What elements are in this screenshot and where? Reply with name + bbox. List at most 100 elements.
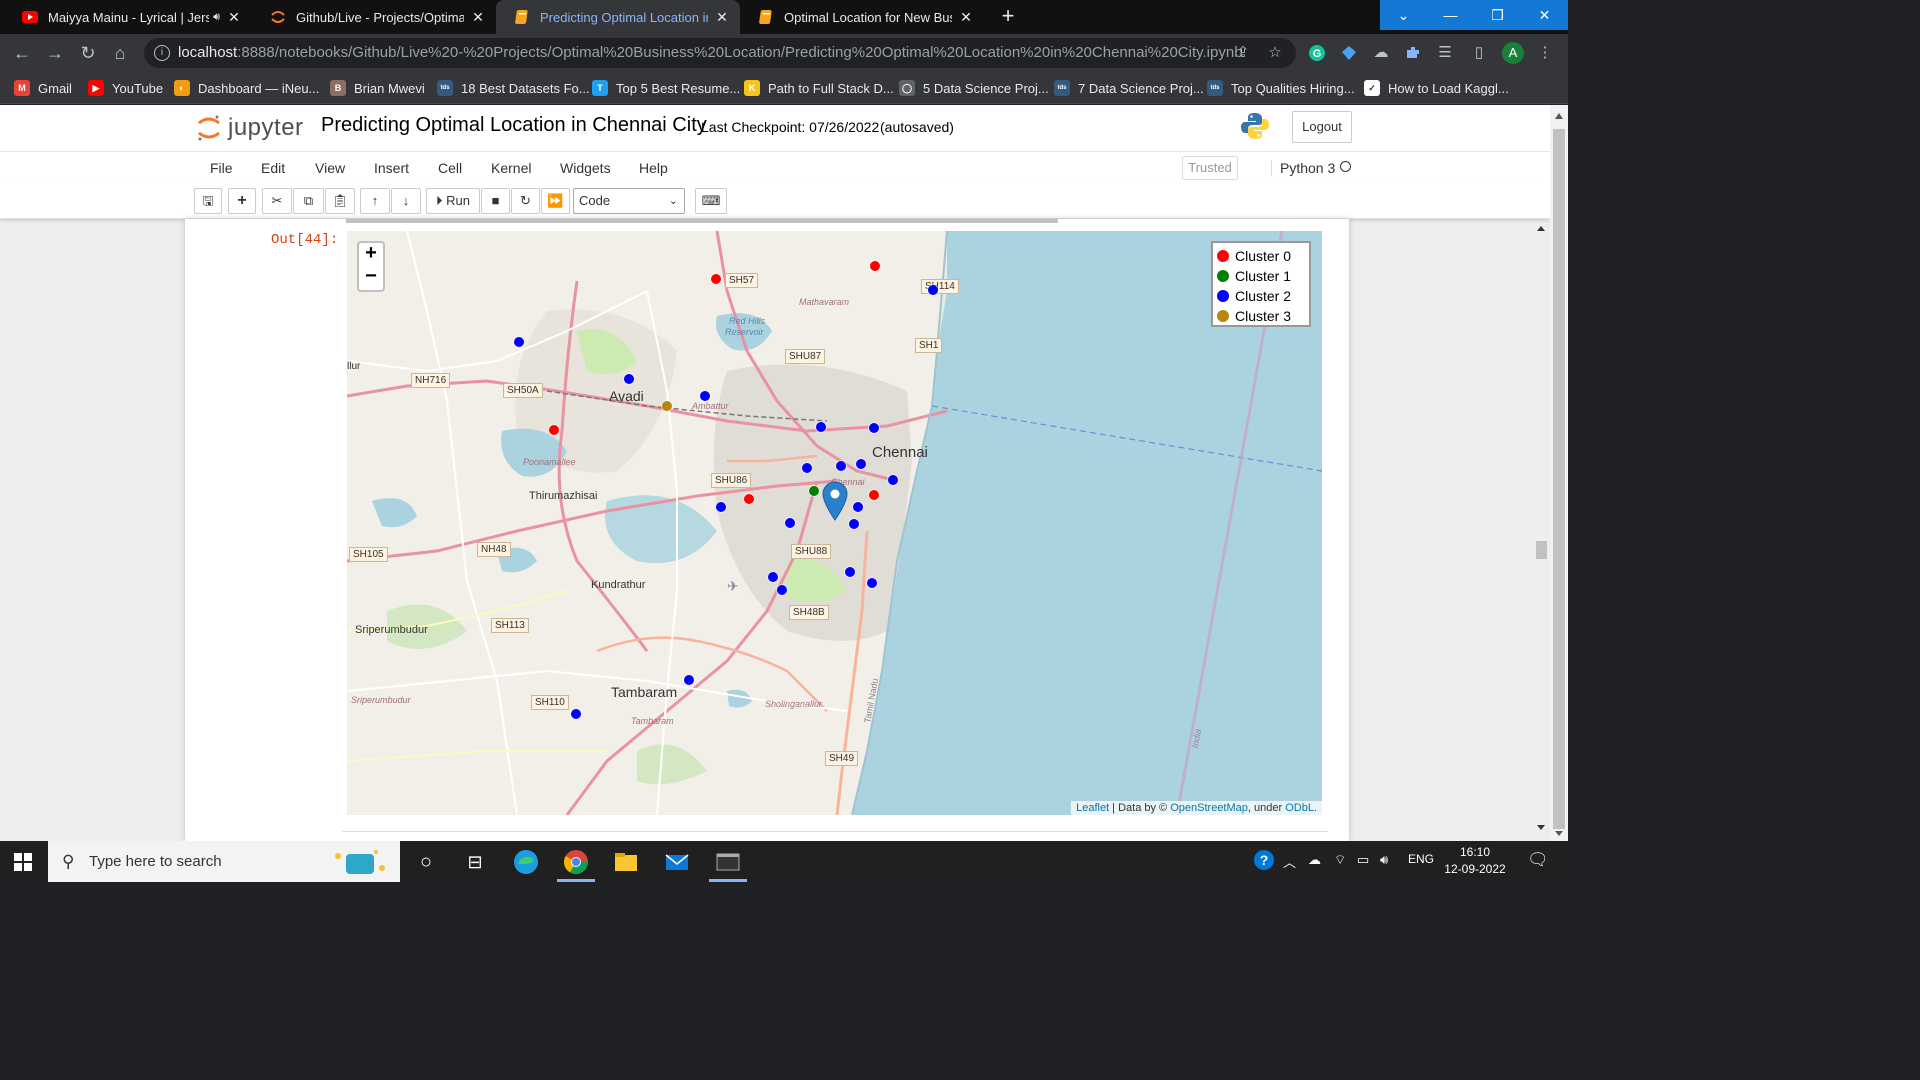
kernel-name[interactable]: Python 3	[1271, 160, 1335, 176]
cluster-0-marker[interactable]	[711, 274, 721, 284]
bookmark-item[interactable]: tds Top Qualities Hiring...	[1207, 78, 1355, 98]
save-icon[interactable]: 🖫︎	[194, 188, 222, 214]
menu-file[interactable]: File	[210, 160, 233, 176]
reload-icon[interactable]: ↻	[77, 42, 99, 64]
back-icon[interactable]: ←	[11, 42, 33, 64]
copy-icon[interactable]: ⧉	[293, 188, 324, 214]
cluster-2-marker[interactable]	[845, 567, 855, 577]
chrome-menu-icon[interactable]: ⋮	[1536, 44, 1554, 62]
keyboard-icon[interactable]: ⌨	[695, 188, 727, 214]
jupyter-logo[interactable]: jupyter	[196, 111, 304, 145]
forward-icon[interactable]: →	[44, 42, 66, 64]
battery-icon[interactable]: ▭	[1357, 852, 1369, 868]
browser-tab-youtube[interactable]: Maiyya Mainu - Lyrical | Jerse 🔊︎ ✕	[4, 0, 252, 34]
horizontal-scrollbar[interactable]	[346, 219, 1058, 223]
extension-cloud-icon[interactable]: ☁	[1372, 44, 1390, 62]
chrome-icon[interactable]	[562, 848, 590, 876]
insert-cell-icon[interactable]: +	[228, 188, 256, 214]
location-pin-icon[interactable]	[822, 481, 848, 521]
move-up-icon[interactable]: ↑	[360, 188, 390, 214]
cluster-2-marker[interactable]	[716, 502, 726, 512]
address-bar[interactable]: i localhost:8888/notebooks/Github/Live%2…	[144, 38, 1296, 68]
cortana-icon[interactable]: ○	[412, 848, 440, 876]
interrupt-icon[interactable]: ■	[481, 188, 510, 214]
cluster-2-marker[interactable]	[785, 518, 795, 528]
cluster-1-marker[interactable]	[809, 486, 819, 496]
profile-avatar[interactable]: A	[1502, 42, 1524, 64]
volume-icon[interactable]: 🔊︎	[1380, 852, 1388, 868]
cut-icon[interactable]: ✂	[262, 188, 292, 214]
file-explorer-icon[interactable]	[612, 848, 640, 876]
terminal-icon[interactable]	[714, 848, 742, 876]
bookmark-item[interactable]: B Brian Mwevi	[330, 78, 425, 98]
bookmark-item[interactable]: T Top 5 Best Resume...	[592, 78, 740, 98]
map-tiles[interactable]: ✈ Chennai Avadi Thirumazhisai Kundrathur…	[347, 231, 1322, 815]
cluster-2-marker[interactable]	[869, 423, 879, 433]
menu-help[interactable]: Help	[639, 160, 668, 176]
cluster-2-marker[interactable]	[836, 461, 846, 471]
notebook-scrollbar[interactable]	[1532, 223, 1550, 833]
mail-icon[interactable]	[663, 848, 691, 876]
speaker-icon[interactable]: 🔊︎	[213, 11, 220, 24]
cluster-2-marker[interactable]	[684, 675, 694, 685]
cell-type-select[interactable]: Code ⌄	[573, 188, 685, 214]
reading-list-icon[interactable]: ☰	[1436, 44, 1454, 62]
bookmark-item[interactable]: ✓ How to Load Kaggl...	[1364, 78, 1509, 98]
menu-widgets[interactable]: Widgets	[560, 160, 611, 176]
extension-diamond-icon[interactable]	[1340, 44, 1358, 62]
restore-button[interactable]: ❐	[1474, 0, 1521, 30]
browser-tab-optimal-location[interactable]: Optimal Location for New Busine ✕	[740, 0, 984, 34]
leaflet-link[interactable]: Leaflet	[1076, 802, 1109, 814]
logout-button[interactable]: Logout	[1292, 111, 1352, 143]
extensions-puzzle-icon[interactable]	[1404, 44, 1422, 62]
trusted-indicator[interactable]: Trusted	[1182, 156, 1238, 180]
cluster-2-marker[interactable]	[802, 463, 812, 473]
cluster-2-marker[interactable]	[816, 422, 826, 432]
system-clock[interactable]: 16:10 12-09-2022	[1440, 844, 1510, 878]
taskbar-search-box[interactable]: ⚲ Type here to search	[48, 841, 400, 882]
cluster-2-marker[interactable]	[849, 519, 859, 529]
restart-icon[interactable]: ↻	[511, 188, 540, 214]
side-panel-icon[interactable]: ▯	[1470, 44, 1488, 62]
next-cell[interactable]	[342, 831, 1328, 841]
bookmark-item[interactable]: K Path to Full Stack D...	[744, 78, 894, 98]
page-scrollbar[interactable]	[1550, 105, 1568, 841]
bookmark-item[interactable]: tds 18 Best Datasets Fo...	[437, 78, 590, 98]
onedrive-cloud-icon[interactable]: ☁	[1308, 852, 1321, 868]
windows-start-icon[interactable]	[14, 853, 32, 871]
tab-close-icon[interactable]: ✕	[226, 9, 242, 26]
home-icon[interactable]: ⌂	[109, 42, 131, 64]
restart-run-all-icon[interactable]: ⏩	[541, 188, 570, 214]
move-down-icon[interactable]: ↓	[391, 188, 421, 214]
cluster-2-marker[interactable]	[514, 337, 524, 347]
bookmark-item[interactable]: ◯ 5 Data Science Proj...	[899, 78, 1049, 98]
bookmark-item[interactable]: tds 7 Data Science Proj...	[1054, 78, 1204, 98]
cluster-2-marker[interactable]	[867, 578, 877, 588]
cluster-2-marker[interactable]	[624, 374, 634, 384]
browser-tab-predicting-active[interactable]: Predicting Optimal Location in C ✕	[496, 0, 740, 34]
task-view-icon[interactable]: ⊟	[461, 848, 489, 876]
cluster-2-marker[interactable]	[768, 572, 778, 582]
tab-close-icon[interactable]: ✕	[470, 9, 486, 26]
help-icon[interactable]: ?	[1253, 849, 1275, 874]
wifi-icon[interactable]: ⌔	[1334, 852, 1346, 868]
tab-close-icon[interactable]: ✕	[714, 9, 730, 26]
bookmark-item[interactable]: ▶ YouTube	[88, 78, 163, 98]
new-tab-button[interactable]: +	[996, 4, 1020, 30]
cluster-0-marker[interactable]	[744, 494, 754, 504]
edge-icon[interactable]	[512, 848, 540, 876]
bookmark-star-icon[interactable]: ☆	[1266, 44, 1284, 62]
cluster-0-marker[interactable]	[869, 490, 879, 500]
cluster-0-marker[interactable]	[870, 261, 880, 271]
cluster-2-marker[interactable]	[700, 391, 710, 401]
notifications-icon[interactable]: 🗨︎	[1527, 850, 1549, 870]
cluster-3-marker[interactable]	[662, 401, 672, 411]
bookmark-item[interactable]: M Gmail	[14, 78, 72, 98]
language-indicator[interactable]: ENG	[1408, 852, 1434, 866]
minimize-button[interactable]: —	[1427, 0, 1474, 30]
cluster-2-marker[interactable]	[856, 459, 866, 469]
cluster-2-marker[interactable]	[928, 285, 938, 295]
grammarly-icon[interactable]: G	[1308, 44, 1326, 62]
cluster-0-marker[interactable]	[549, 425, 559, 435]
menu-view[interactable]: View	[315, 160, 345, 176]
